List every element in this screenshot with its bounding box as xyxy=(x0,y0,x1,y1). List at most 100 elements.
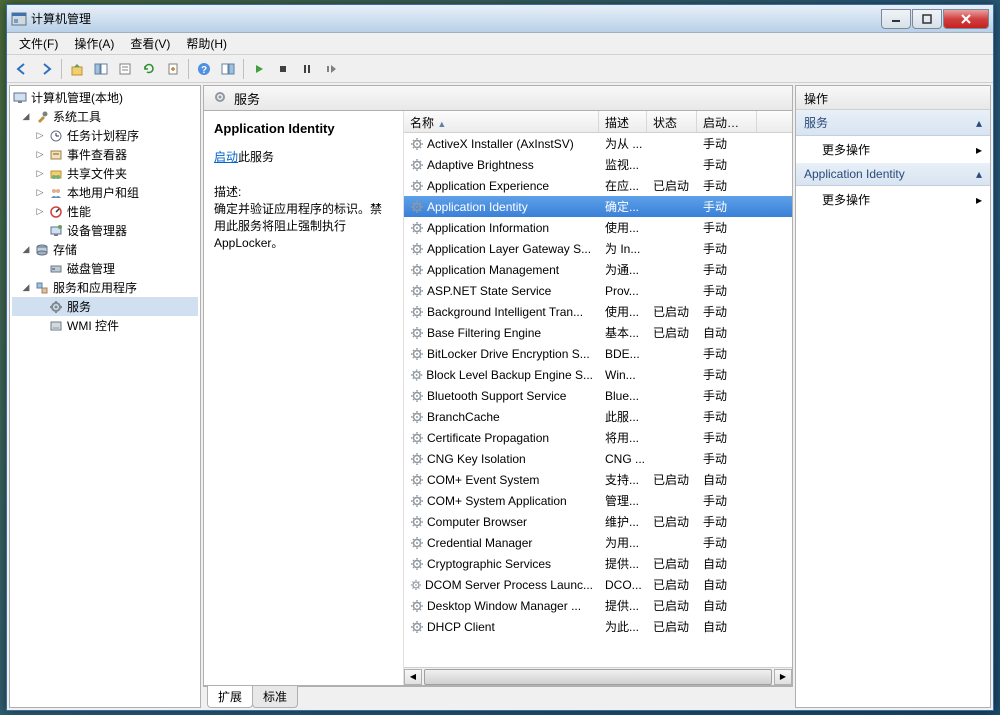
tree-root[interactable]: 计算机管理(本地) xyxy=(12,88,198,107)
service-row[interactable]: COM+ Event System支持...已启动自动 xyxy=(404,469,792,490)
clock-icon xyxy=(48,128,64,144)
service-row[interactable]: Cryptographic Services提供...已启动自动 xyxy=(404,553,792,574)
service-row[interactable]: Desktop Window Manager ...提供...已启动自动 xyxy=(404,595,792,616)
service-row[interactable]: BitLocker Drive Encryption S...BDE...手动 xyxy=(404,343,792,364)
up-button[interactable] xyxy=(66,58,88,80)
content-area: 计算机管理(本地) ◢ 系统工具 ▷ 任务计划程序 ▷ 事件查看器 xyxy=(7,83,993,710)
service-row[interactable]: Credential Manager为用...手动 xyxy=(404,532,792,553)
forward-button[interactable] xyxy=(35,58,57,80)
refresh-button[interactable] xyxy=(138,58,160,80)
service-startup-cell: 手动 xyxy=(697,492,757,509)
column-name[interactable]: 名称 ▲ xyxy=(404,111,599,132)
service-desc-cell: 此服... xyxy=(599,408,647,425)
collapse-icon[interactable]: ◢ xyxy=(20,244,32,256)
horizontal-scrollbar[interactable]: ◀ ▶ xyxy=(404,667,792,685)
expand-icon[interactable]: ▷ xyxy=(34,168,46,180)
column-status[interactable]: 状态 xyxy=(647,111,697,132)
tree-label: 设备管理器 xyxy=(67,222,127,239)
service-row[interactable]: DHCP Client为此...已启动自动 xyxy=(404,616,792,637)
service-row[interactable]: Application Information使用...手动 xyxy=(404,217,792,238)
actions-header: 操作 xyxy=(796,86,990,110)
maximize-button[interactable] xyxy=(912,9,942,29)
tree-performance[interactable]: ▷ 性能 xyxy=(12,202,198,221)
close-button[interactable] xyxy=(943,9,989,29)
detail-pane: Application Identity 启动此服务 描述: 确定并验证应用程序… xyxy=(204,111,404,685)
service-row[interactable]: Application Management为通...手动 xyxy=(404,259,792,280)
service-desc-cell: 为通... xyxy=(599,261,647,278)
back-button[interactable] xyxy=(11,58,33,80)
tree-disk-management[interactable]: 磁盘管理 xyxy=(12,259,198,278)
service-row[interactable]: ActiveX Installer (AxInstSV)为从 ...手动 xyxy=(404,133,792,154)
tree-task-scheduler[interactable]: ▷ 任务计划程序 xyxy=(12,126,198,145)
tree-services[interactable]: 服务 xyxy=(12,297,198,316)
tree-local-users[interactable]: ▷ 本地用户和组 xyxy=(12,183,198,202)
column-startup[interactable]: 启动类型 xyxy=(697,111,757,132)
service-row[interactable]: Block Level Backup Engine S...Win...手动 xyxy=(404,364,792,385)
expand-icon[interactable]: ▷ xyxy=(34,206,46,218)
actions-section-services[interactable]: 服务 ▴ xyxy=(796,110,990,136)
expand-icon[interactable]: ▷ xyxy=(34,130,46,142)
service-row[interactable]: Application Experience在应...已启动手动 xyxy=(404,175,792,196)
service-row[interactable]: Application Identity确定...手动 xyxy=(404,196,792,217)
show-hide-tree-button[interactable] xyxy=(90,58,112,80)
service-name-cell: Application Management xyxy=(404,263,599,277)
actions-more-services[interactable]: 更多操作 ▸ xyxy=(796,136,990,163)
minimize-button[interactable] xyxy=(881,9,911,29)
services-apps-icon xyxy=(34,280,50,296)
service-startup-cell: 手动 xyxy=(697,387,757,404)
service-row[interactable]: Computer Browser维护...已启动手动 xyxy=(404,511,792,532)
main-body: Application Identity 启动此服务 描述: 确定并验证应用程序… xyxy=(203,111,793,686)
tree-label: 存储 xyxy=(53,241,77,258)
tree-wmi[interactable]: WMI 控件 xyxy=(12,316,198,335)
menu-action[interactable]: 操作(A) xyxy=(66,33,122,54)
column-description[interactable]: 描述 xyxy=(599,111,647,132)
collapse-icon[interactable]: ◢ xyxy=(20,282,32,294)
menu-view[interactable]: 查看(V) xyxy=(122,33,178,54)
service-row[interactable]: COM+ System Application管理...手动 xyxy=(404,490,792,511)
action-pane-button[interactable] xyxy=(217,58,239,80)
tree-services-apps[interactable]: ◢ 服务和应用程序 xyxy=(12,278,198,297)
service-row[interactable]: CNG Key IsolationCNG ...手动 xyxy=(404,448,792,469)
service-row[interactable]: Background Intelligent Tran...使用...已启动手动 xyxy=(404,301,792,322)
menu-file[interactable]: 文件(F) xyxy=(11,33,66,54)
service-row[interactable]: ASP.NET State ServiceProv...手动 xyxy=(404,280,792,301)
scroll-right-button[interactable]: ▶ xyxy=(774,669,792,685)
service-row[interactable]: DCOM Server Process Launc...DCO...已启动自动 xyxy=(404,574,792,595)
list-rows[interactable]: ActiveX Installer (AxInstSV)为从 ...手动Adap… xyxy=(404,133,792,667)
service-row[interactable]: Certificate Propagation将用...手动 xyxy=(404,427,792,448)
service-row[interactable]: Bluetooth Support ServiceBlue...手动 xyxy=(404,385,792,406)
disk-icon xyxy=(48,261,64,277)
service-name-cell: Application Information xyxy=(404,221,599,235)
tree-system-tools[interactable]: ◢ 系统工具 xyxy=(12,107,198,126)
export-button[interactable] xyxy=(162,58,184,80)
service-row[interactable]: Adaptive Brightness监视...手动 xyxy=(404,154,792,175)
stop-service-button[interactable] xyxy=(272,58,294,80)
expand-icon[interactable]: ▷ xyxy=(34,187,46,199)
tree-device-manager[interactable]: 设备管理器 xyxy=(12,221,198,240)
service-row[interactable]: BranchCache此服...手动 xyxy=(404,406,792,427)
properties-button[interactable] xyxy=(114,58,136,80)
service-row[interactable]: Base Filtering Engine基本...已启动自动 xyxy=(404,322,792,343)
menu-help[interactable]: 帮助(H) xyxy=(178,33,235,54)
collapse-icon[interactable]: ◢ xyxy=(20,111,32,123)
tree-storage[interactable]: ◢ 存储 xyxy=(12,240,198,259)
service-status-cell: 已启动 xyxy=(647,513,697,530)
expand-icon[interactable]: ▷ xyxy=(34,149,46,161)
restart-service-button[interactable] xyxy=(320,58,342,80)
actions-section-selected[interactable]: Application Identity ▴ xyxy=(796,163,990,186)
tree-panel[interactable]: 计算机管理(本地) ◢ 系统工具 ▷ 任务计划程序 ▷ 事件查看器 xyxy=(9,85,201,708)
scroll-thumb[interactable] xyxy=(424,669,772,685)
tab-standard[interactable]: 标准 xyxy=(252,686,298,708)
pause-service-button[interactable] xyxy=(296,58,318,80)
tree-event-viewer[interactable]: ▷ 事件查看器 xyxy=(12,145,198,164)
scroll-left-button[interactable]: ◀ xyxy=(404,669,422,685)
tab-extended[interactable]: 扩展 xyxy=(207,686,253,708)
service-row[interactable]: Application Layer Gateway S...为 In...手动 xyxy=(404,238,792,259)
start-service-link[interactable]: 启动 xyxy=(214,150,238,164)
actions-more-selected[interactable]: 更多操作 ▸ xyxy=(796,186,990,213)
tree-shared-folders[interactable]: ▷ 共享文件夹 xyxy=(12,164,198,183)
titlebar[interactable]: 计算机管理 xyxy=(7,5,993,33)
main-header: 服务 xyxy=(203,85,793,111)
help-button[interactable]: ? xyxy=(193,58,215,80)
start-service-button[interactable] xyxy=(248,58,270,80)
